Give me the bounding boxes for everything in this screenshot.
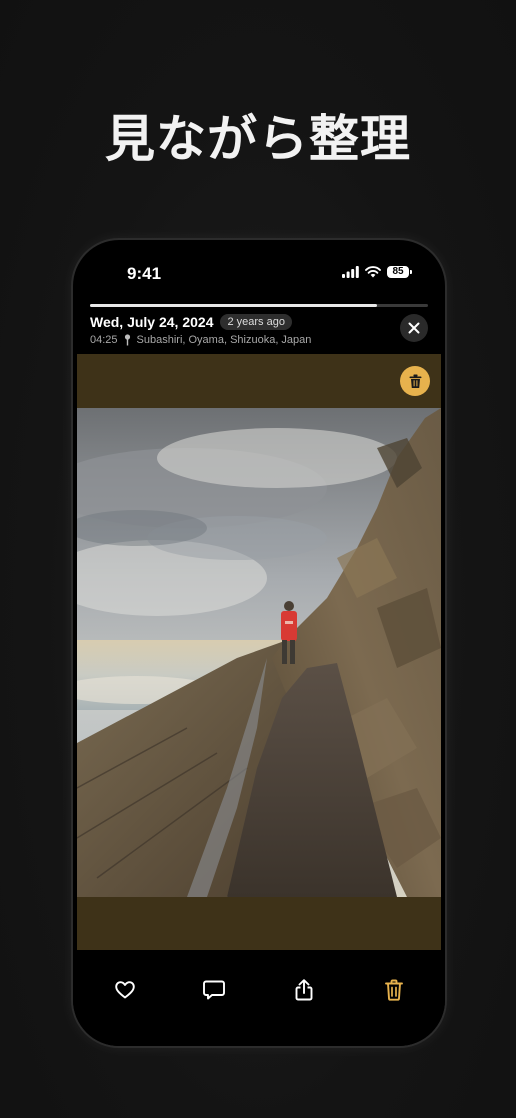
phone-frame: 9:41 85 Wed, July 24, 2024 2 years ago 0… <box>73 240 445 1046</box>
headline: 見ながら整理 <box>105 110 411 168</box>
photo-date: Wed, July 24, 2024 <box>90 314 214 330</box>
signal-icon <box>342 266 359 278</box>
photo-viewer[interactable] <box>77 354 441 950</box>
heart-icon <box>115 981 135 999</box>
close-icon <box>408 322 420 334</box>
wifi-icon <box>365 266 381 278</box>
date-line: Wed, July 24, 2024 2 years ago <box>90 314 428 330</box>
story-progress-fill <box>90 304 378 307</box>
status-icons: 85 <box>342 266 412 278</box>
comment-button[interactable] <box>200 976 228 1004</box>
photo-time: 04:25 <box>90 334 118 346</box>
trash-icon <box>385 979 403 1001</box>
age-badge: 2 years ago <box>220 314 292 330</box>
bottom-toolbar <box>73 950 445 1046</box>
comment-icon <box>203 980 225 1000</box>
share-button[interactable] <box>290 976 318 1004</box>
mountain-trail-photo <box>77 408 441 897</box>
close-button[interactable] <box>400 314 428 342</box>
photo-location: Subashiri, Oyama, Shizuoka, Japan <box>136 334 312 346</box>
favorite-button[interactable] <box>111 976 139 1004</box>
share-icon <box>295 979 313 1001</box>
photo-info-header: Wed, July 24, 2024 2 years ago 04:25 Sub… <box>90 314 428 354</box>
story-progress-bar <box>90 304 428 307</box>
pin-icon <box>124 334 130 346</box>
meta-line: 04:25 Subashiri, Oyama, Shizuoka, Japan <box>90 334 428 346</box>
delete-button[interactable] <box>380 976 408 1004</box>
status-time: 9:41 <box>127 264 162 283</box>
trash-icon <box>409 374 421 388</box>
delete-floating-button[interactable] <box>400 366 430 396</box>
battery-level: 85 <box>392 266 404 277</box>
app-store-screenshot: 見ながら整理 9:41 85 Wed, July 24, 2024 2 year… <box>0 0 516 1118</box>
status-bar: 9:41 85 <box>73 240 445 300</box>
battery-icon: 85 <box>387 266 412 278</box>
